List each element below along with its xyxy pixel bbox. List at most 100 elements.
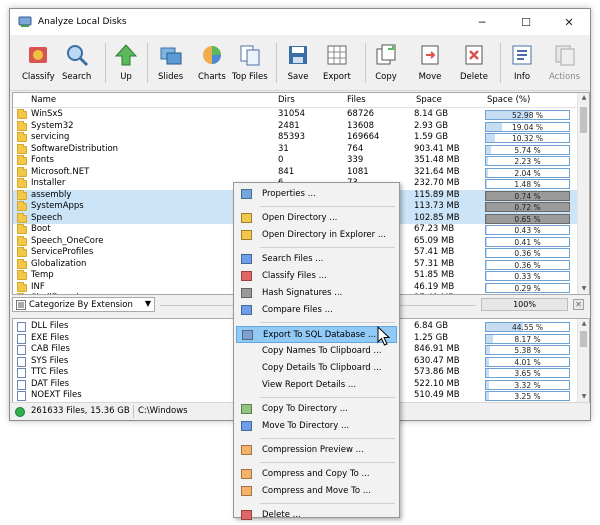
cell-name: SYS Files [31,355,69,366]
percent-bar: 1.48 % [485,179,570,189]
folder-icon [17,270,27,280]
scroll-thumb[interactable] [580,331,587,347]
cell-space: 510.49 MB [414,390,460,400]
menu-item-label: Open Directory in Explorer ... [262,230,386,240]
menu-item-delete[interactable]: Delete ... [236,507,397,524]
toolbar-button-search[interactable]: Search [62,41,91,87]
toolbar: Classify Search Up Slides Charts Top Files Sav… [10,35,590,91]
title-bar: Analyze Local Disks ─ ☐ ✕ [10,9,590,35]
menu-item-copy-details-to-clipboard[interactable]: Copy Details To Clipboard ... [236,360,397,377]
folder-icon [17,155,27,165]
toolbar-button-save[interactable]: Save [286,41,310,87]
cell-name: Speech [31,212,63,223]
column-header-files[interactable]: Files [347,95,366,105]
menu-item-label: Copy Names To Clipboard ... [262,346,382,356]
toolbar-button-delete[interactable]: Delete [460,41,488,87]
menu-item-label: Compress and Move To ... [262,486,371,496]
close-button[interactable]: ✕ [547,9,591,35]
cell-dirs: 841 [278,166,295,177]
menu-separator [260,503,395,504]
menu-item-export-to-sql-database[interactable]: Export To SQL Database ... [236,326,397,343]
file-type-icon [17,322,26,332]
cell-name: WinSxS [31,109,63,119]
menu-item-compress-and-move-to[interactable]: Compress and Move To ... [236,483,397,500]
menu-separator [260,462,395,463]
menu-item-search-files[interactable]: Search Files ... [236,251,397,268]
menu-item-classify-files[interactable]: Classify Files ... [236,268,397,285]
column-header-dirs[interactable]: Dirs [278,95,295,105]
percent-bar: 2.04 % [485,167,570,178]
menu-separator [260,438,395,439]
menu-item-compression-preview[interactable]: Compression Preview ... [236,442,397,459]
minimize-button[interactable]: ─ [460,9,504,35]
menu-item-properties[interactable]: Properties ... [236,186,397,203]
toolbar-button-charts[interactable]: Charts [198,41,226,87]
cell-space: 1.25 GB [414,332,449,343]
table-row[interactable]: Fonts 0 339 351.48 MB 2.23 % [13,155,577,167]
table-row[interactable]: WinSxS 31054 68726 8.14 GB 52.98 % [13,109,577,121]
column-header-space-percent[interactable]: Space (%) [487,95,530,105]
toolbar-button-export[interactable]: Export [323,41,351,87]
compress-move-icon [241,486,252,496]
toolbar-button-label: Copy [375,72,397,82]
cell-name: Microsoft.NET [31,166,90,177]
toolbar-button-actions[interactable]: Actions [549,41,580,87]
cell-dirs: 0 [278,155,284,165]
scroll-up-icon[interactable]: ▲ [578,93,589,103]
cell-name: EXE Files [31,332,69,343]
menu-item-move-to-directory[interactable]: Move To Directory ... [236,418,397,435]
vertical-scrollbar[interactable]: ▲ ▼ [577,93,589,294]
toolbar-button-top-files[interactable]: Top Files [232,41,268,87]
categorize-combo[interactable]: Categorize By Extension ▼ [12,297,155,312]
menu-item-open-directory[interactable]: Open Directory ... [236,210,397,227]
folder-icon [17,166,27,177]
table-row[interactable]: servicing 85393 169664 1.59 GB 10.32 % [13,132,577,144]
menu-separator [260,397,395,398]
cell-space: 630.47 MB [414,355,460,366]
percent-bar: 0.72 % [485,202,570,212]
menu-item-open-directory-in-explorer[interactable]: Open Directory in Explorer ... [236,227,397,244]
toolbar-button-slides[interactable]: Slides [158,41,183,87]
menu-item-compress-and-copy-to[interactable]: Compress and Copy To ... [236,466,397,483]
cell-space: 846.91 MB [414,344,460,354]
scroll-up-icon[interactable]: ▲ [578,319,589,329]
cell-dirs: 85393 [278,132,306,142]
menu-item-view-report-details[interactable]: View Report Details ... [236,377,397,394]
menu-item-hash-signatures[interactable]: Hash Signatures ... [236,285,397,302]
table-row[interactable]: SoftwareDistribution 31 764 903.41 MB 5.74 % [13,143,577,156]
table-row[interactable]: System32 2481 13608 2.93 GB 19.04 % [13,120,577,133]
scroll-down-icon[interactable]: ▼ [578,392,589,402]
menu-item-label: Compare Files ... [262,305,333,315]
vertical-scrollbar[interactable]: ▲ ▼ [577,319,589,402]
search-files-icon [241,254,252,264]
classify-icon [29,47,48,63]
table-row[interactable]: Microsoft.NET 841 1081 321.64 MB 2.04 % [13,166,577,179]
cell-name: servicing [31,132,70,142]
menu-item-copy-to-directory[interactable]: Copy To Directory ... [236,401,397,418]
menu-item-compare-files[interactable]: Compare Files ... [236,302,397,319]
menu-item-label: Copy Details To Clipboard ... [262,363,382,373]
database-icon [242,330,253,340]
maximize-button[interactable]: ☐ [504,9,548,35]
column-header-name[interactable]: Name [31,95,56,105]
close-icon[interactable]: ✕ [573,299,584,310]
toolbar-button-classify[interactable]: Classify [22,41,55,87]
toolbar-button-label: Top Files [232,72,268,82]
toolbar-button-move[interactable]: Move [418,41,442,87]
toolbar-button-up[interactable]: Up [114,41,138,87]
toolbar-button-copy[interactable]: Copy [374,41,398,87]
percent-bar-label: 5.38 % [514,346,541,355]
percent-bar: 0.74 % [485,190,570,201]
chevron-down-icon[interactable]: ▼ [145,299,151,308]
scroll-thumb[interactable] [580,107,587,133]
file-type-icon [17,333,26,344]
scroll-down-icon[interactable]: ▼ [578,284,589,294]
toolbar-button-info[interactable]: Info [510,41,534,87]
column-header-space[interactable]: Space [416,95,442,105]
cell-name: SystemApps [31,201,84,211]
cell-space: 351.48 MB [414,155,460,165]
cell-space: 57.31 MB [414,258,455,269]
folder-icon [17,178,27,188]
menu-item-copy-names-to-clipboard[interactable]: Copy Names To Clipboard ... [236,343,397,360]
menu-item-label: Compress and Copy To ... [262,469,370,479]
